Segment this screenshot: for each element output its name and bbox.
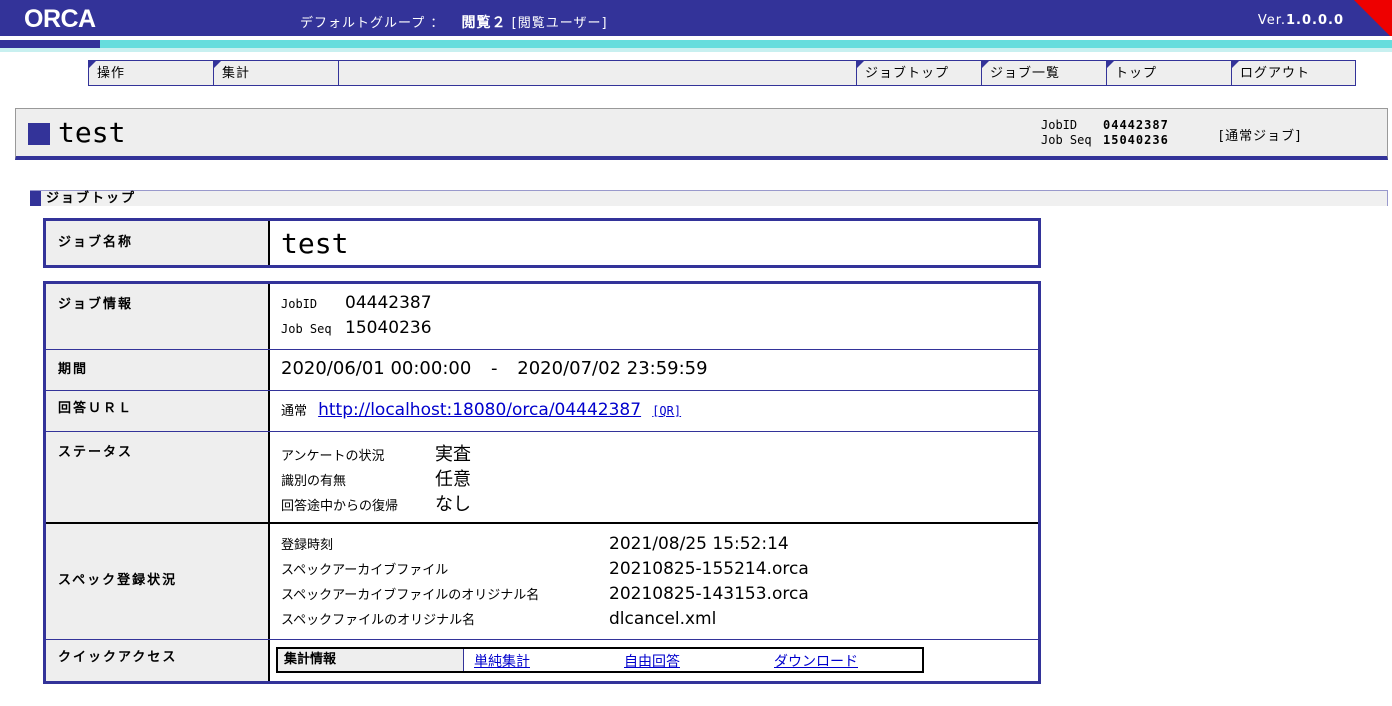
spec-key: スペックアーカイブファイル <box>281 563 449 578</box>
job-title: test <box>58 116 126 149</box>
info-jobseq-label: Job Seq <box>281 322 332 336</box>
header-stripe-lightcyan <box>0 48 1392 52</box>
menu-job-list[interactable]: ジョブ一覧 <box>982 61 1107 85</box>
answer-url-label: 回答ＵＲＬ <box>46 391 270 431</box>
quick-access-box-label: 集計情報 <box>278 649 464 671</box>
version-info: Ver.1.0.0.0 <box>1258 13 1344 28</box>
quick-access-cell: 集計情報 単純集計 自由回答 ダウンロード <box>270 640 1038 681</box>
spec-key: スペックファイルのオリジナル名 <box>281 613 476 628</box>
spec-label: スペック登録状況 <box>46 524 270 639</box>
job-detail-table: ジョブ情報 JobID 04442387 Job Seq 15040236 期間 2… <box>43 281 1041 684</box>
spec-value: 20210825-155214.orca <box>609 559 809 579</box>
job-name-value: test <box>281 227 349 260</box>
menu-operation[interactable]: 操作 <box>89 61 214 85</box>
user-name: 閲覧２ <box>461 15 507 31</box>
status-value: 任意 <box>435 469 471 490</box>
app-logo: ORCA <box>24 5 96 33</box>
group-label: デフォルトグループ ： <box>300 16 445 31</box>
info-jobseq-value: 15040236 <box>345 318 432 338</box>
spec-row: スペック登録状況 登録時刻 2021/08/25 15:52:14 スペックアーカ… <box>46 524 1038 640</box>
job-info-row: ジョブ情報 JobID 04442387 Job Seq 15040236 <box>46 284 1038 350</box>
spec-key: スペックアーカイブファイルのオリジナル名 <box>281 588 540 603</box>
answer-url-cell: 通常 http://localhost:18080/orca/04442387 … <box>270 391 1038 431</box>
status-row: ステータス アンケートの状況 実査 識別の有無 任意 回答途中からの復帰 なし <box>46 432 1038 524</box>
info-jobid-value: 04442387 <box>345 293 432 313</box>
menu-bar: 操作 集計 ジョブトップ ジョブ一覧 トップ ログアウト <box>88 60 1356 86</box>
spec-value: 2021/08/25 15:52:14 <box>609 534 789 554</box>
jobseq-label: Job Seq <box>1041 133 1092 147</box>
version-prefix: Ver. <box>1257 13 1286 28</box>
section-marker-icon <box>30 191 41 206</box>
menu-top[interactable]: トップ <box>1107 61 1232 85</box>
period-start: 2020/06/01 00:00:00 <box>281 358 472 379</box>
answer-url-row: 回答ＵＲＬ 通常 http://localhost:18080/orca/044… <box>46 391 1038 432</box>
menu-logout[interactable]: ログアウト <box>1232 61 1355 85</box>
job-name-table: ジョブ名称 test <box>43 218 1041 268</box>
title-square-icon <box>28 123 50 145</box>
job-name-row: ジョブ名称 test <box>46 221 1038 265</box>
jobid-value: 04442387 <box>1103 118 1169 132</box>
quick-access-row: クイックアクセス 集計情報 単純集計 自由回答 ダウンロード <box>46 640 1038 681</box>
user-role: [閲覧ユーザー] <box>511 16 608 31</box>
jobid-label: JobID <box>1041 118 1078 132</box>
status-key: 識別の有無 <box>281 474 347 489</box>
job-id-summary: JobID 04442387 Job Seq 15040236 <box>1041 118 1169 148</box>
status-cell: アンケートの状況 実査 識別の有無 任意 回答途中からの復帰 なし <box>270 432 1038 522</box>
menu-aggregate[interactable]: 集計 <box>214 61 339 85</box>
status-key: アンケートの状況 <box>281 449 385 464</box>
job-name-cell: test <box>270 221 1038 265</box>
status-value: 実査 <box>435 444 471 465</box>
job-type: [通常ジョブ] <box>1219 129 1302 144</box>
period-end: 2020/07/02 23:59:59 <box>517 358 708 379</box>
period-separator: - <box>491 358 498 379</box>
spec-value: dlcancel.xml <box>609 609 717 629</box>
status-value: なし <box>435 494 471 515</box>
version-number: 1.0.0.0 <box>1286 13 1344 28</box>
answer-url-link[interactable]: http://localhost:18080/orca/04442387 <box>318 400 641 420</box>
qr-code-link[interactable]: [QR] <box>652 404 681 418</box>
user-group-info: デフォルトグループ ： 閲覧２ [閲覧ユーザー] <box>300 12 608 32</box>
menu-job-top[interactable]: ジョブトップ <box>856 61 982 85</box>
job-title-box: test JobID 04442387 Job Seq 15040236 [通常ジョ… <box>15 108 1388 160</box>
header-stripe-cyan <box>100 40 1392 48</box>
simple-tabulation-link[interactable]: 単純集計 <box>474 651 530 671</box>
spec-value: 20210825-143153.orca <box>609 584 809 604</box>
spec-cell: 登録時刻 2021/08/25 15:52:14 スペックアーカイブファイル 202… <box>270 524 1038 639</box>
job-name-label: ジョブ名称 <box>46 221 270 265</box>
period-cell: 2020/06/01 00:00:00 - 2020/07/02 23:59:5… <box>270 350 1038 390</box>
job-info-label: ジョブ情報 <box>46 284 270 349</box>
info-jobid-label: JobID <box>281 297 318 311</box>
section-title: ジョブトップ <box>46 191 137 206</box>
corner-triangle-icon <box>1354 0 1392 38</box>
spec-key: 登録時刻 <box>281 538 334 553</box>
quick-access-label: クイックアクセス <box>46 640 270 681</box>
answer-url-type: 通常 <box>281 404 308 419</box>
free-answer-link[interactable]: 自由回答 <box>624 651 680 671</box>
jobseq-value: 15040236 <box>1103 133 1169 147</box>
period-label: 期間 <box>46 350 270 390</box>
status-key: 回答途中からの復帰 <box>281 499 399 514</box>
section-header: ジョブトップ <box>30 190 1388 206</box>
status-label: ステータス <box>46 432 270 522</box>
period-row: 期間 2020/06/01 00:00:00 - 2020/07/02 23:5… <box>46 350 1038 391</box>
job-info-cell: JobID 04442387 Job Seq 15040236 <box>270 284 1038 349</box>
download-link[interactable]: ダウンロード <box>774 651 858 671</box>
quick-access-box: 集計情報 単純集計 自由回答 ダウンロード <box>276 647 924 673</box>
